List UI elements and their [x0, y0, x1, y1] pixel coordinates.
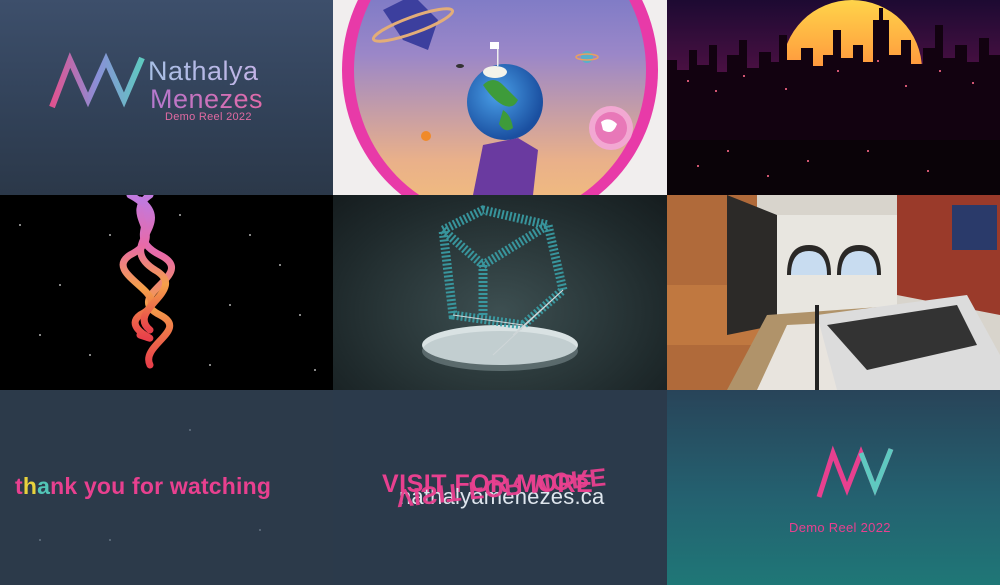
- nm-logo-icon: [49, 52, 145, 109]
- synthwave-city-tile: [667, 0, 1000, 195]
- title-last-name: Menezes: [150, 84, 264, 114]
- city-skyline-art: [667, 0, 1000, 195]
- title-card-tile: Nathalya Menezes Demo Reel 2022: [0, 0, 333, 195]
- end-logo-card-tile: [667, 390, 1000, 585]
- thank-you-text: thank you for watching: [15, 473, 271, 500]
- spiral-ribbons-art: [0, 195, 333, 390]
- particle-cube-art: [422, 205, 578, 371]
- title-name: Nathalya Menezes: [148, 57, 263, 113]
- thanks-letter-h: h: [22, 473, 38, 499]
- title-first-name: Nathalya: [148, 57, 263, 85]
- thanks-letter-t: t: [15, 473, 23, 499]
- bedroom-interior-tile: [667, 195, 1000, 390]
- planet-scene-art: [333, 0, 667, 195]
- title-subtitle: Demo Reel 2022: [165, 111, 252, 123]
- bedroom-art: [667, 195, 1000, 390]
- demo-reel-thumbnail-grid: Nathalya Menezes Demo Reel 2022 thank yo…: [0, 0, 1000, 585]
- planet-scene-tile: [333, 0, 667, 195]
- end-subtitle: Demo Reel 2022: [789, 520, 891, 535]
- spiral-ribbons-tile: [0, 195, 333, 390]
- particle-cube-tile: [333, 195, 667, 390]
- end-nm-logo-icon: [816, 445, 894, 498]
- thanks-letter-a: a: [37, 473, 51, 499]
- thanks-rest: nk you for watching: [50, 473, 272, 499]
